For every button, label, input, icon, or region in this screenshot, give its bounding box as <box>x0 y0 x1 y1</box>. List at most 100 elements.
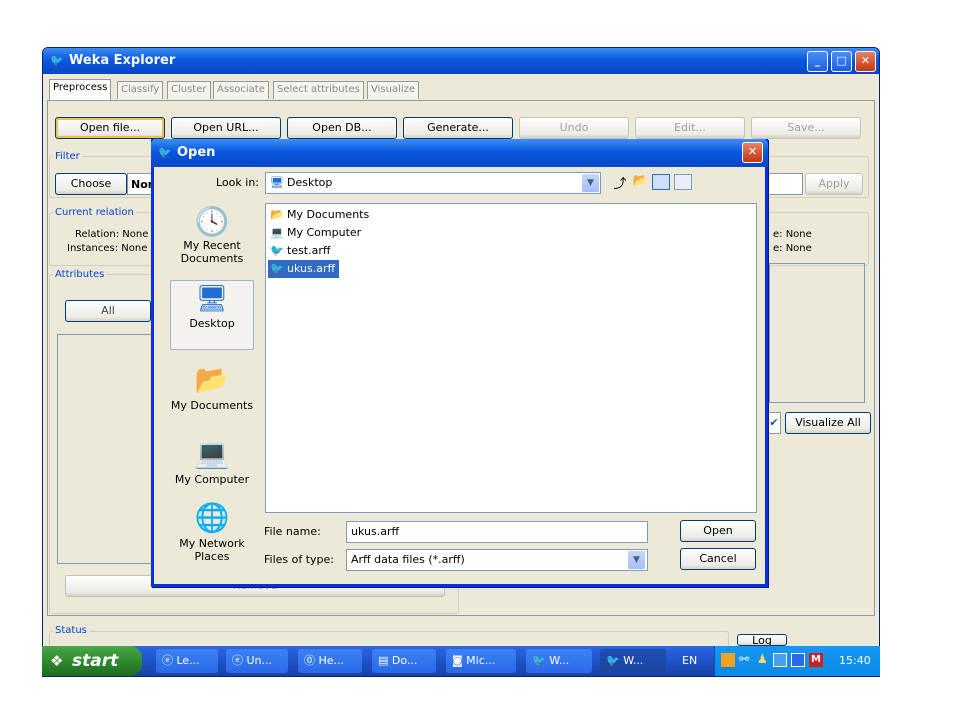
computer-icon: 💻 <box>270 226 284 239</box>
my-computer-icon: 💻 <box>194 437 230 470</box>
place-my-computer[interactable]: 💻 My Computer <box>170 435 254 486</box>
file-name: ukus.arff <box>287 262 336 275</box>
start-button[interactable]: ❖ start <box>42 646 142 676</box>
tray-media-icon[interactable] <box>791 653 805 667</box>
tab-select-attributes[interactable]: Select attributes <box>273 81 364 99</box>
look-in-dropdown-arrow[interactable]: ▼ <box>582 174 599 192</box>
weka-bird-icon: 🐦 <box>158 146 172 159</box>
place-label: Desktop <box>189 317 235 330</box>
taskbar: ❖ start ⓔ Le... ⓔ Un... ⓪ He... ▤ Do... … <box>42 646 880 676</box>
cancel-button[interactable]: Cancel <box>680 548 756 570</box>
open-dialog-title-bar[interactable]: 🐦 Open <box>151 139 768 167</box>
task-ie-1[interactable]: ⓔ Le... <box>156 649 218 673</box>
tab-preprocess[interactable]: Preprocess <box>49 79 112 100</box>
look-in-value: Desktop <box>287 176 333 189</box>
files-of-type-combo[interactable]: Arff data files (*.arff) <box>346 549 648 571</box>
tray-monitor-icon[interactable] <box>773 653 787 667</box>
look-in-label: Look in: <box>216 176 259 189</box>
filter-field-tail <box>763 173 803 195</box>
tab-visualize[interactable]: Visualize <box>367 81 420 99</box>
file-list[interactable]: 📂 My Documents 💻 My Computer 🐦 test.arff 🐦 u… <box>265 203 757 513</box>
undo-button[interactable]: Undo <box>519 117 629 139</box>
apply-button[interactable]: Apply <box>805 173 863 195</box>
filter-label: Filter <box>53 151 82 162</box>
task-weka-1[interactable]: 🐦 W... <box>526 649 592 673</box>
open-url-button[interactable]: Open URL... <box>171 117 281 139</box>
task-label: Le... <box>176 654 200 667</box>
selected-attr-line2: e: None <box>773 243 812 254</box>
weka-title-bar[interactable]: 🐦 Weka Explorer <box>43 48 879 74</box>
task-label: He... <box>318 654 345 667</box>
list-view-icon[interactable] <box>652 174 670 190</box>
desktop-icon: 🖥 <box>195 284 229 314</box>
tray-user-icon[interactable]: ♟ <box>757 652 768 666</box>
generate-button[interactable]: Generate... <box>403 117 513 139</box>
weka-file-icon: 🐦 <box>270 262 284 275</box>
file-name-label: File name: <box>264 525 321 538</box>
language-indicator[interactable]: EN <box>682 654 697 667</box>
open-button[interactable]: Open <box>680 520 756 542</box>
tray-app-icon[interactable] <box>721 653 735 667</box>
choose-button[interactable]: Choose <box>55 173 127 195</box>
weka-bird-icon: 🐦 <box>50 54 64 67</box>
help-icon: ⓪ <box>304 654 319 667</box>
list-item-ukus-arff[interactable]: 🐦 ukus.arff <box>268 260 340 278</box>
file-name-input[interactable]: ukus.arff <box>346 521 648 543</box>
visualize-all-button[interactable]: Visualize All <box>785 412 871 434</box>
system-tray: ⚯ ♟ M 15:40 <box>714 646 880 676</box>
my-documents-icon: 📂 <box>194 363 230 396</box>
files-of-type-label: Files of type: <box>264 553 335 566</box>
log-button[interactable]: Log <box>737 634 787 646</box>
task-label: W... <box>549 654 570 667</box>
desktop-icon: 🖥 <box>270 176 284 189</box>
dialog-close-button[interactable]: ✕ <box>742 142 763 163</box>
place-desktop[interactable]: 🖥 Desktop <box>170 280 254 350</box>
task-document[interactable]: ▤ Do... <box>372 649 436 673</box>
all-button[interactable]: All <box>65 300 151 322</box>
maximize-button[interactable]: □ <box>831 51 852 72</box>
close-button[interactable]: ✕ <box>855 51 876 72</box>
files-of-type-dropdown-arrow[interactable]: ▼ <box>628 551 645 569</box>
new-folder-icon[interactable]: 📂 <box>631 173 649 191</box>
list-item-test-arff[interactable]: 🐦 test.arff <box>268 242 754 260</box>
place-label: My Network Places <box>179 537 245 563</box>
task-label: Un... <box>246 654 273 667</box>
place-label: My Computer <box>174 473 250 486</box>
minimize-button[interactable]: _ <box>807 51 828 72</box>
place-recent-documents[interactable]: 🕓 My Recent Documents <box>170 205 254 265</box>
place-my-documents[interactable]: 📂 My Documents <box>170 361 254 412</box>
clock: 15:40 <box>839 654 871 667</box>
relation-text: Relation: None <box>75 229 149 240</box>
place-network[interactable]: 🌐 My Network Places <box>170 499 254 563</box>
save-button[interactable]: Save... <box>751 117 861 139</box>
task-label: Mic... <box>466 654 496 667</box>
windows-logo-icon: ❖ <box>50 652 64 670</box>
tray-antivirus-icon[interactable]: M <box>809 653 823 667</box>
attributes-label: Attributes <box>53 269 107 280</box>
look-in-combo[interactable]: 🖥 Desktop <box>265 172 601 194</box>
tab-associate[interactable]: Associate <box>213 81 269 99</box>
file-name: My Documents <box>287 208 370 221</box>
app-icon: ◙ <box>452 654 467 667</box>
open-db-button[interactable]: Open DB... <box>287 117 397 139</box>
list-item-my-computer[interactable]: 💻 My Computer <box>268 224 754 242</box>
ie-icon: ⓔ <box>162 654 177 667</box>
place-label: My Documents <box>170 399 254 412</box>
network-places-icon: 🌐 <box>194 501 230 534</box>
open-dialog: 🐦 Open ✕ Look in: 🖥 Desktop ▼ ⤴ 📂 🕓 My Re… <box>151 139 768 587</box>
task-help[interactable]: ⓪ He... <box>298 649 362 673</box>
tray-network-icon[interactable]: ⚯ <box>739 652 749 666</box>
task-ie-2[interactable]: ⓔ Un... <box>226 649 288 673</box>
class-dropdown-arrow[interactable]: ✔ <box>767 412 781 434</box>
task-weka-2[interactable]: 🐦 W... <box>600 649 666 673</box>
weka-bird-icon: 🐦 <box>532 654 550 667</box>
tab-classify[interactable]: Classify <box>117 81 164 99</box>
up-one-level-icon[interactable]: ⤴ <box>611 173 629 192</box>
list-item-my-documents[interactable]: 📂 My Documents <box>268 206 754 224</box>
edit-button[interactable]: Edit... <box>635 117 745 139</box>
task-label: W... <box>623 654 644 667</box>
details-view-icon[interactable] <box>674 174 692 190</box>
open-file-button[interactable]: Open file... <box>55 117 165 139</box>
tab-cluster[interactable]: Cluster <box>167 81 211 99</box>
task-microsoft[interactable]: ◙ Mic... <box>446 649 516 673</box>
